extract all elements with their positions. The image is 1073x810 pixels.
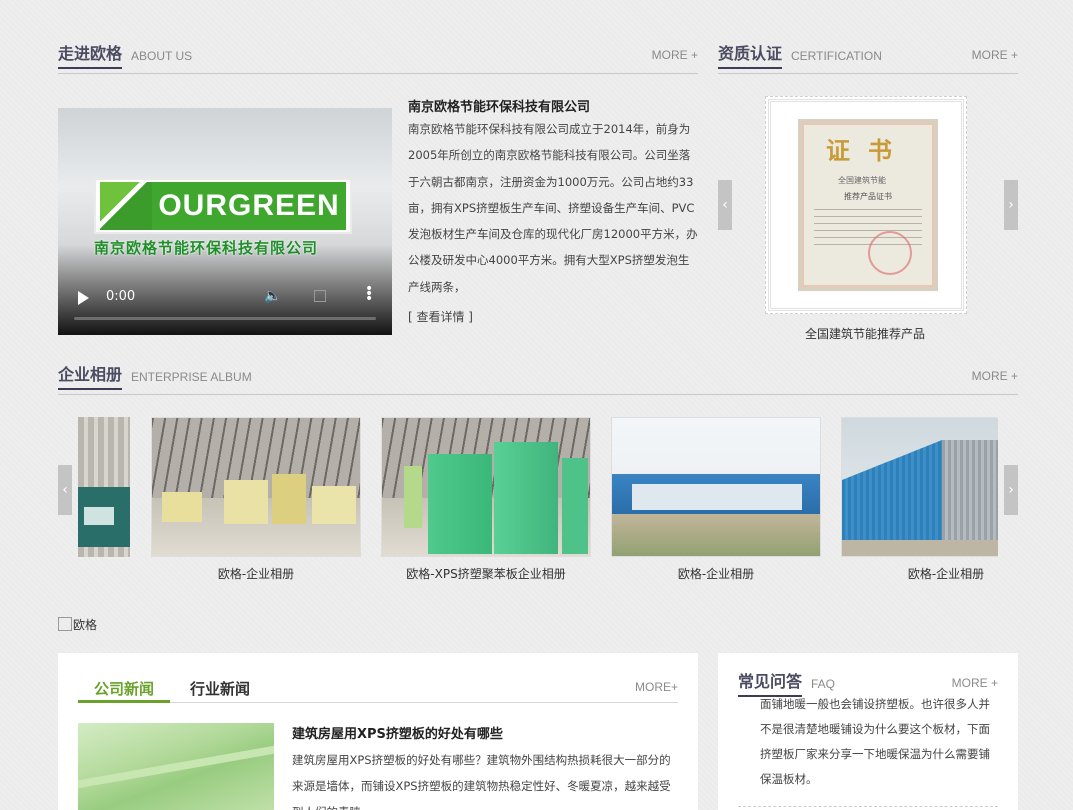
album-photo[interactable] (151, 417, 361, 557)
about-subtitle: ABOUT US (131, 49, 193, 63)
video-time: 0:00 (106, 289, 136, 304)
certification-section-header: 资质认证 CERTIFICATION MORE + (718, 44, 1018, 74)
news-article-title[interactable]: 建筑房屋用XPS挤塑板的好处有哪些 (292, 723, 503, 742)
company-video[interactable]: OURGREEN 南京欧格节能环保科技有限公司 0:00 🔈 • • • (58, 108, 392, 335)
album-caption[interactable]: 欧格-企业相册 (611, 565, 821, 582)
cert-line2: 推荐产品证书 (844, 192, 892, 201)
news-more-link[interactable]: MORE+ (635, 680, 678, 694)
certification-subtitle: CERTIFICATION (791, 49, 882, 63)
certificate-frame[interactable]: 证书 全国建筑节能 推荐产品证书 (765, 96, 967, 314)
video-controls: 0:00 🔈 • • • (58, 273, 392, 335)
company-name: 南京欧格节能环保科技有限公司 (408, 100, 591, 115)
cert-prev-arrow[interactable]: ‹ (718, 180, 732, 230)
volume-icon[interactable]: 🔈 (264, 288, 281, 304)
album-subtitle: ENTERPRISE ALBUM (131, 370, 252, 384)
news-tabs: 公司新闻 行业新闻 MORE+ (78, 678, 678, 703)
banner-alt-text: 欧格 (73, 618, 98, 632)
faq-divider (738, 806, 998, 807)
broken-image-icon (58, 617, 72, 631)
album-prev-arrow[interactable]: ‹ (58, 465, 72, 515)
certificate-image: 证书 全国建筑节能 推荐产品证书 (798, 119, 938, 291)
company-description: 南京欧格节能环保科技有限公司成立于2014年，前身为2005年所创立的南京欧格节… (408, 122, 698, 294)
logo-word: OURGREEN (152, 182, 346, 230)
news-article-summary: 建筑房屋用XPS挤塑板的好处有哪些？建筑物外围结构热损耗很大一部分的来源是墙体，… (292, 753, 671, 810)
album-caption[interactable]: 欧格-企业相册 (151, 565, 361, 582)
about-more-link[interactable]: MORE + (652, 48, 698, 62)
tab-industry-news[interactable]: 行业新闻 (190, 678, 250, 703)
certification-more-link[interactable]: MORE + (972, 48, 1018, 62)
album-photo[interactable] (841, 417, 998, 557)
play-icon[interactable] (78, 291, 89, 305)
more-options-icon[interactable]: • • • (365, 282, 373, 306)
album-photo[interactable] (381, 417, 591, 557)
banner-image: 欧格 (58, 616, 97, 633)
album-caption[interactable]: 欧格-企业相册 (841, 565, 1051, 582)
view-details-link[interactable]: [ 查看详情 ] (408, 308, 473, 325)
fullscreen-icon[interactable] (314, 290, 326, 302)
certification-title: 资质认证 (718, 44, 783, 69)
album-title: 企业相册 (58, 365, 123, 390)
faq-answer-text[interactable]: 面铺地暖一般也会铺设挤塑板。也许很多人并不是很清楚地暖铺设为什么要这个板材，下面… (760, 692, 1000, 792)
album-next-arrow[interactable]: › (1004, 465, 1018, 515)
news-thumbnail[interactable] (78, 723, 274, 810)
about-section-header: 走进欧格 ABOUT US MORE + (58, 44, 698, 74)
album-caption[interactable]: 欧格-XPS挤塑聚苯板企业相册 (381, 565, 591, 582)
about-title: 走进欧格 (58, 44, 123, 69)
faq-subtitle: FAQ (811, 677, 836, 691)
cert-heading: 证书 (826, 137, 910, 165)
video-progress-bar[interactable] (74, 317, 376, 320)
album-section-header: 企业相册 ENTERPRISE ALBUM MORE + (58, 365, 1018, 395)
cert-seal-icon (868, 231, 912, 275)
album-photo[interactable] (611, 417, 821, 557)
logo-mark-icon (100, 182, 152, 230)
album-photo-partial[interactable] (78, 417, 130, 557)
faq-more-link[interactable]: MORE + (952, 676, 998, 690)
cert-line1: 全国建筑节能 (838, 176, 886, 185)
certificate-caption[interactable]: 全国建筑节能推荐产品 (765, 325, 965, 342)
logo-company-name: 南京欧格节能环保科技有限公司 (94, 239, 319, 257)
ourgreen-logo: OURGREEN (94, 178, 352, 234)
tab-company-news[interactable]: 公司新闻 (78, 678, 171, 703)
cert-next-arrow[interactable]: › (1004, 180, 1018, 230)
album-more-link[interactable]: MORE + (972, 369, 1018, 383)
